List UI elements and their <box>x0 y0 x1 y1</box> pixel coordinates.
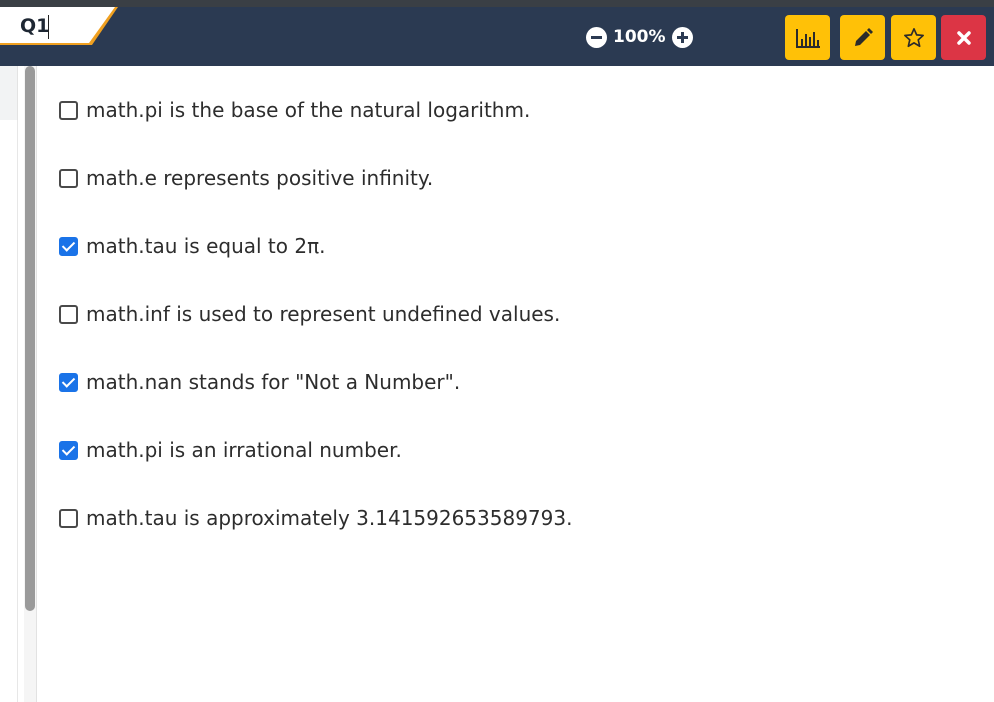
option-label: math.pi is the base of the natural logar… <box>86 98 531 122</box>
question-tab-shape <box>0 7 118 45</box>
sidebar-panel <box>0 66 18 120</box>
option-checkbox[interactable] <box>59 372 78 392</box>
favorite-button[interactable] <box>891 15 936 60</box>
option-checkbox[interactable] <box>59 100 78 120</box>
option-label: math.e represents positive infinity. <box>86 166 434 190</box>
option-checkbox[interactable] <box>59 168 78 188</box>
text-caret <box>48 15 49 39</box>
option-checkbox[interactable] <box>59 304 78 324</box>
sidebar-divider <box>17 120 18 702</box>
close-icon <box>956 30 971 45</box>
pencil-icon <box>854 27 873 46</box>
zoom-in-icon[interactable] <box>671 26 693 48</box>
scrollbar-thumb[interactable] <box>25 66 35 611</box>
question-tab[interactable]: Q1 <box>0 7 120 45</box>
option-label: math.pi is an irrational number. <box>86 438 402 462</box>
close-button[interactable] <box>941 15 986 60</box>
zoom-level: 100% <box>613 27 666 47</box>
answer-option-1[interactable]: math.pi is the base of the natural logar… <box>59 95 959 125</box>
option-label: math.nan stands for "Not a Number". <box>86 370 461 394</box>
option-label: math.tau is approximately 3.141592653589… <box>86 506 573 530</box>
answer-option-7[interactable]: math.tau is approximately 3.141592653589… <box>59 503 959 533</box>
option-checkbox[interactable] <box>59 236 78 256</box>
stats-button[interactable] <box>785 15 830 60</box>
question-label: Q1 <box>20 15 50 37</box>
answer-option-3[interactable]: math.tau is equal to 2π. <box>59 231 959 261</box>
option-checkbox[interactable] <box>59 440 78 460</box>
answer-option-2[interactable]: math.e represents positive infinity. <box>59 163 959 193</box>
option-checkbox[interactable] <box>59 508 78 528</box>
answer-option-6[interactable]: math.pi is an irrational number. <box>59 435 959 465</box>
option-label: math.tau is equal to 2π. <box>86 234 326 258</box>
option-label: math.inf is used to represent undefined … <box>86 302 561 326</box>
star-outline-icon <box>903 27 924 47</box>
answer-option-5[interactable]: math.nan stands for "Not a Number". <box>59 367 959 397</box>
zoom-control: 100% <box>586 25 693 49</box>
edit-button[interactable] <box>840 15 885 60</box>
answer-option-4[interactable]: math.inf is used to represent undefined … <box>59 299 959 329</box>
bar-chart-icon <box>795 28 820 48</box>
window-top-strip <box>0 0 994 7</box>
answer-options-list: math.pi is the base of the natural logar… <box>59 95 959 571</box>
zoom-out-icon[interactable] <box>586 26 607 48</box>
